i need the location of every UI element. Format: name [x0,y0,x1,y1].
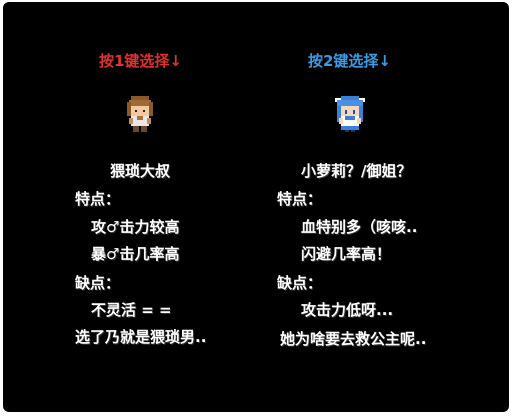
character-1-pro-1: 攻♂击力较高 [91,218,180,236]
character-1-name: 猥琐大叔 [110,162,171,180]
character-1-pros-label: 特点： [75,190,121,208]
character-1-pro-2: 暴♂击几率高 [91,245,180,263]
character-2-name: 小萝莉？/御姐？ [301,162,412,180]
character-2-pro-1: 血特别多（咳咳.. [301,218,418,236]
blue-haired-girl-sprite-icon [335,96,365,132]
choice-2-panel[interactable]: 按2键选择↓ 小萝莉？/御姐？ 特点： 血特别多（咳咳.. 闪避几率高！ 缺点：… [267,2,507,412]
character-2-pro-2: 闪避几率高！ [301,245,392,263]
character-2-pros-label: 特点： [277,190,323,208]
choice-1-prompt: 按1键选择↓ [99,52,183,70]
character-2-con-1: 攻击力低呀... [301,301,394,319]
character-select-window: 按1键选择↓ 猥琐大叔 特点： 攻♂击力较高 暴♂击几率高 缺点： 不灵活 = … [3,2,509,412]
brown-haired-man-sprite-icon [127,96,153,132]
character-1-closing: 选了乃就是猥琐男.. [75,328,207,346]
character-1-con-1: 不灵活 = = [91,301,172,319]
choice-2-prompt: 按2键选择↓ [308,52,392,70]
character-1-cons-label: 缺点： [75,274,121,292]
character-2-cons-label: 缺点： [277,274,323,292]
character-2-closing: 她为啥要去救公主呢.. [280,330,427,348]
